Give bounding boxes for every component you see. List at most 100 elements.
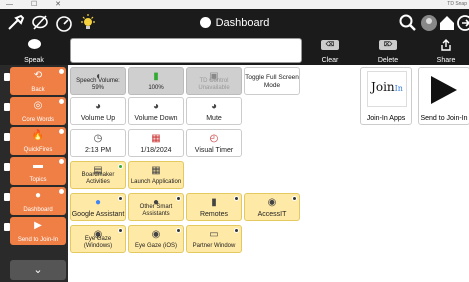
- sidebar-item-label: Back: [31, 87, 45, 93]
- battery-icon: ▮: [153, 71, 159, 82]
- dashboard-icon: [199, 17, 211, 28]
- share-button[interactable]: Share: [426, 37, 466, 65]
- speak-button[interactable]: Speak: [0, 37, 68, 65]
- sidebar-item-topics[interactable]: ▬ Topics: [10, 157, 66, 185]
- tile-label: Speech Volume: 59%: [76, 78, 120, 91]
- play-icon: ▶: [34, 220, 42, 231]
- battery-tile[interactable]: ▮ 100%: [128, 67, 184, 95]
- td-control-tile[interactable]: ▣ TD Control Unavailable: [186, 67, 242, 95]
- tile-label: Send to Join-In: [420, 115, 468, 122]
- google-assistant-tile[interactable]: ● Google Assistant: [70, 193, 126, 221]
- dashboard-grid: ◖ Speech Volume: 59% ▮ 100% ▣ TD Control…: [68, 65, 469, 282]
- folder-corner-icon: [176, 228, 181, 233]
- clear-icon: ⌫: [321, 40, 339, 50]
- mute-icon: ◕: [210, 101, 218, 112]
- window-controls[interactable]: — ☐ ✕: [6, 0, 69, 9]
- partner-window-tile[interactable]: ▭ Partner Window: [186, 225, 242, 253]
- home-icon[interactable]: [437, 13, 457, 33]
- topics-icon: ▬: [33, 160, 43, 171]
- tile-label: 100%: [148, 85, 164, 91]
- backspace-icon: ⌦: [379, 40, 397, 50]
- mute-tile[interactable]: ◕ Mute: [186, 97, 242, 125]
- clock-icon: ◷: [93, 133, 103, 144]
- tile-label: Remotes: [199, 211, 228, 218]
- delete-label: Delete: [377, 57, 399, 64]
- tile-label: Partner Window: [192, 243, 236, 249]
- share-label: Share: [436, 57, 456, 64]
- folder-corner-icon: [59, 129, 64, 134]
- top-bar: Dashboard: [0, 9, 469, 37]
- speak-label: Speak: [24, 57, 44, 64]
- scroll-down-button[interactable]: ⌄: [10, 260, 66, 280]
- boardmaker-activities-tile[interactable]: ▤ Boardmaker Activities: [70, 161, 126, 189]
- tile-label: Other Smart Assistants: [139, 204, 173, 217]
- tile-label: Eye Gaze (iOS): [134, 243, 177, 249]
- delete-button[interactable]: ⌦ Delete: [368, 37, 408, 65]
- remotes-tile[interactable]: ▮ Remotes: [186, 193, 242, 221]
- partner-window-icon: ▭: [209, 229, 219, 240]
- app-hint: TD Snap: [447, 1, 467, 7]
- sidebar-item-label: Dashboard: [23, 207, 53, 213]
- other-smart-assistants-tile[interactable]: ● Other Smart Assistants: [128, 193, 184, 221]
- status-dot-icon: [118, 164, 123, 169]
- folder-corner-icon: [59, 159, 64, 164]
- tile-label: Google Assistant: [71, 211, 125, 218]
- send-to-join-in-tile[interactable]: Send to Join-In: [418, 67, 469, 125]
- exit-icon[interactable]: [455, 13, 469, 33]
- core-words-icon: ◎: [33, 100, 43, 111]
- clear-button[interactable]: ⌫ Clear: [310, 37, 350, 65]
- tile-label: 2:13 PM: [84, 147, 112, 154]
- date-tile[interactable]: ▦ 1/18/2024: [128, 129, 184, 157]
- volume-up-tile[interactable]: ◕ Volume Up: [70, 97, 126, 125]
- speech-volume-tile[interactable]: ◖ Speech Volume: 59%: [70, 67, 126, 95]
- user-avatar-icon[interactable]: [419, 13, 439, 33]
- clear-label: Clear: [321, 57, 339, 64]
- sidebar-item-core-words[interactable]: ◎ Core Words: [10, 97, 66, 125]
- navigation-sidebar: ⟲ Back ◎ Core Words 🔥 QuickFires ▬ Topic…: [0, 65, 68, 282]
- application-grid-icon: ▦: [151, 165, 161, 176]
- tile-label: Visual Timer: [194, 147, 234, 154]
- wireless-icon: ◉: [267, 197, 277, 208]
- timer-icon: ◴: [209, 133, 219, 144]
- google-assistant-icon: ●: [94, 197, 102, 208]
- volume-up-icon: ◕: [94, 101, 102, 112]
- join-in-apps-tile[interactable]: JoinIn Join-In Apps: [360, 67, 412, 125]
- folder-corner-icon: [118, 228, 123, 233]
- tile-label: Mute: [206, 115, 222, 122]
- folder-corner-icon: [59, 189, 64, 194]
- volume-down-tile[interactable]: ◕ Volume Down: [128, 97, 184, 125]
- share-icon: [441, 39, 451, 51]
- join-in-logo: JoinIn: [367, 71, 407, 107]
- toggle-full-screen-tile[interactable]: Toggle Full Screen Mode: [244, 67, 300, 95]
- folder-corner-icon: [176, 196, 181, 201]
- visual-timer-tile[interactable]: ◴ Visual Timer: [186, 129, 242, 157]
- eye-gaze-ios-tile[interactable]: ◉ Eye Gaze (iOS): [128, 225, 184, 253]
- tile-label: AccessIT: [257, 211, 287, 218]
- folder-corner-icon: [234, 196, 239, 201]
- tile-label: TD Control Unavailable: [198, 78, 230, 91]
- accessit-tile[interactable]: ◉ AccessIT: [244, 193, 300, 221]
- flame-icon: 🔥: [31, 130, 45, 141]
- sidebar-item-dashboard[interactable]: ● Dashboard: [10, 187, 66, 215]
- search-icon[interactable]: [398, 13, 418, 33]
- folder-corner-icon: [118, 196, 123, 201]
- launch-application-tile[interactable]: ▦ Launch Application: [128, 161, 184, 189]
- tile-label: Boardmaker Activities: [81, 172, 115, 185]
- tile-label: Join-In Apps: [366, 115, 406, 122]
- tile-label: Toggle Full Screen Mode: [245, 74, 299, 89]
- sidebar-item-quickfires[interactable]: 🔥 QuickFires: [10, 127, 66, 155]
- folder-corner-icon: [234, 228, 239, 233]
- volume-down-icon: ◕: [152, 101, 160, 112]
- eye-gaze-windows-tile[interactable]: ◉ Eye Gaze (Windows): [70, 225, 126, 253]
- sidebar-item-back[interactable]: ⟲ Back: [10, 67, 66, 95]
- send-arrow-icon: [431, 76, 457, 104]
- tile-label: Eye Gaze (Windows): [83, 236, 113, 249]
- time-tile[interactable]: ◷ 2:13 PM: [70, 129, 126, 157]
- back-icon: ⟲: [33, 70, 43, 81]
- tile-label: Volume Up: [80, 115, 116, 122]
- sidebar-item-label: Send to Join-In: [17, 237, 59, 243]
- sidebar-item-send-to-join-in[interactable]: ▶ Send to Join-In: [10, 217, 66, 245]
- message-window[interactable]: [70, 38, 302, 63]
- dashboard-icon: ●: [34, 190, 42, 201]
- remote-control-icon: ▮: [211, 197, 217, 208]
